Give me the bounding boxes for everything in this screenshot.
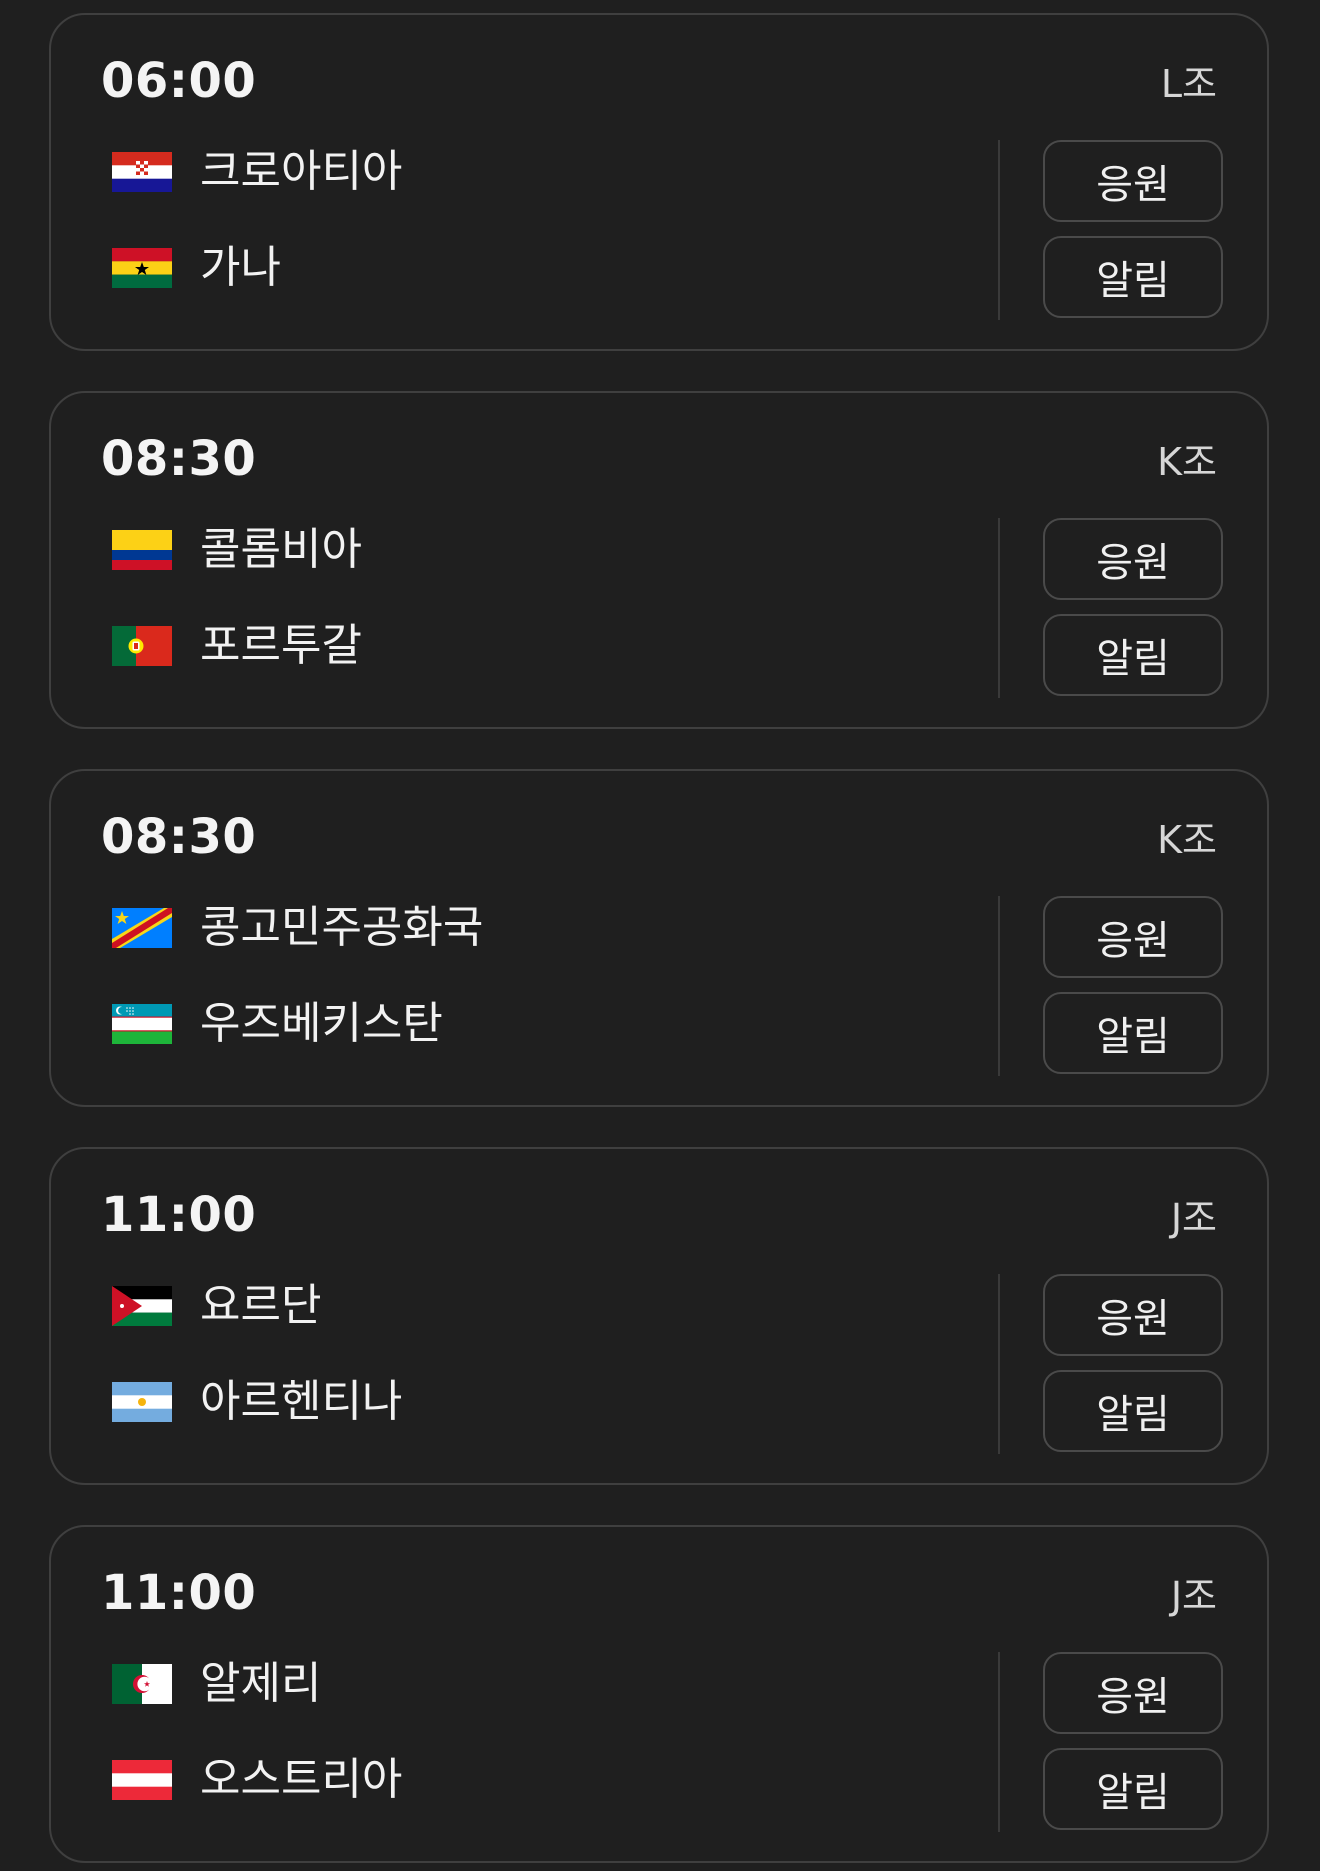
team-row-away: 우즈베키스탄 bbox=[112, 994, 443, 1054]
team-row-home: 크로아티아 bbox=[112, 142, 402, 202]
team-row-home: 알제리 bbox=[112, 1654, 321, 1714]
team-name: 가나 bbox=[200, 242, 281, 293]
team-row-away: 포르투갈 bbox=[112, 616, 362, 676]
match-schedule-list: 06:00 L조 크로아티아 가나 응원 알림 08:30 K조 콜롬비아 포르… bbox=[0, 0, 1320, 1871]
alert-button[interactable]: 알림 bbox=[1043, 992, 1223, 1074]
alert-button[interactable]: 알림 bbox=[1043, 1370, 1223, 1452]
austria-flag-icon bbox=[112, 1760, 172, 1800]
team-row-home: 콜롬비아 bbox=[112, 520, 362, 580]
team-name: 콜롬비아 bbox=[200, 524, 362, 575]
match-group: K조 bbox=[1157, 818, 1217, 862]
divider bbox=[998, 896, 1000, 1076]
divider bbox=[998, 518, 1000, 698]
uzbekistan-flag-icon bbox=[112, 1004, 172, 1044]
team-name: 포르투갈 bbox=[200, 620, 362, 671]
match-card: 11:00 J조 요르단 아르헨티나 응원 알림 bbox=[49, 1147, 1269, 1485]
team-row-away: 아르헨티나 bbox=[112, 1372, 402, 1432]
match-card: 11:00 J조 알제리 오스트리아 응원 알림 bbox=[49, 1525, 1269, 1863]
team-name: 크로아티아 bbox=[200, 146, 403, 197]
match-group: J조 bbox=[1170, 1196, 1217, 1240]
cheer-button[interactable]: 응원 bbox=[1043, 896, 1223, 978]
match-time: 11:00 bbox=[101, 1565, 257, 1621]
match-group: J조 bbox=[1170, 1574, 1217, 1618]
match-card: 08:30 K조 콩고민주공화국 우즈베키스탄 응원 알림 bbox=[49, 769, 1269, 1107]
algeria-flag-icon bbox=[112, 1664, 172, 1704]
cheer-button[interactable]: 응원 bbox=[1043, 518, 1223, 600]
portugal-flag-icon bbox=[112, 626, 172, 666]
team-row-away: 오스트리아 bbox=[112, 1750, 402, 1810]
team-name: 아르헨티나 bbox=[200, 1376, 403, 1427]
team-name: 알제리 bbox=[200, 1658, 322, 1709]
team-name: 요르단 bbox=[200, 1280, 322, 1331]
divider bbox=[998, 140, 1000, 320]
dr-congo-flag-icon bbox=[112, 908, 172, 948]
match-time: 06:00 bbox=[101, 53, 257, 109]
jordan-flag-icon bbox=[112, 1286, 172, 1326]
match-card: 06:00 L조 크로아티아 가나 응원 알림 bbox=[49, 13, 1269, 351]
team-name: 우즈베키스탄 bbox=[200, 998, 443, 1049]
cheer-button[interactable]: 응원 bbox=[1043, 140, 1223, 222]
divider bbox=[998, 1274, 1000, 1454]
team-name: 콩고민주공화국 bbox=[200, 902, 484, 953]
alert-button[interactable]: 알림 bbox=[1043, 614, 1223, 696]
team-name: 오스트리아 bbox=[200, 1754, 403, 1805]
team-row-away: 가나 bbox=[112, 238, 281, 298]
team-row-home: 콩고민주공화국 bbox=[112, 898, 483, 958]
match-time: 11:00 bbox=[101, 1187, 257, 1243]
match-group: K조 bbox=[1157, 440, 1217, 484]
divider bbox=[998, 1652, 1000, 1832]
colombia-flag-icon bbox=[112, 530, 172, 570]
match-time: 08:30 bbox=[101, 431, 257, 487]
cheer-button[interactable]: 응원 bbox=[1043, 1274, 1223, 1356]
alert-button[interactable]: 알림 bbox=[1043, 1748, 1223, 1830]
argentina-flag-icon bbox=[112, 1382, 172, 1422]
ghana-flag-icon bbox=[112, 248, 172, 288]
match-time: 08:30 bbox=[101, 809, 257, 865]
team-row-home: 요르단 bbox=[112, 1276, 321, 1336]
cheer-button[interactable]: 응원 bbox=[1043, 1652, 1223, 1734]
match-group: L조 bbox=[1160, 62, 1217, 106]
match-card: 08:30 K조 콜롬비아 포르투갈 응원 알림 bbox=[49, 391, 1269, 729]
alert-button[interactable]: 알림 bbox=[1043, 236, 1223, 318]
croatia-flag-icon bbox=[112, 152, 172, 192]
